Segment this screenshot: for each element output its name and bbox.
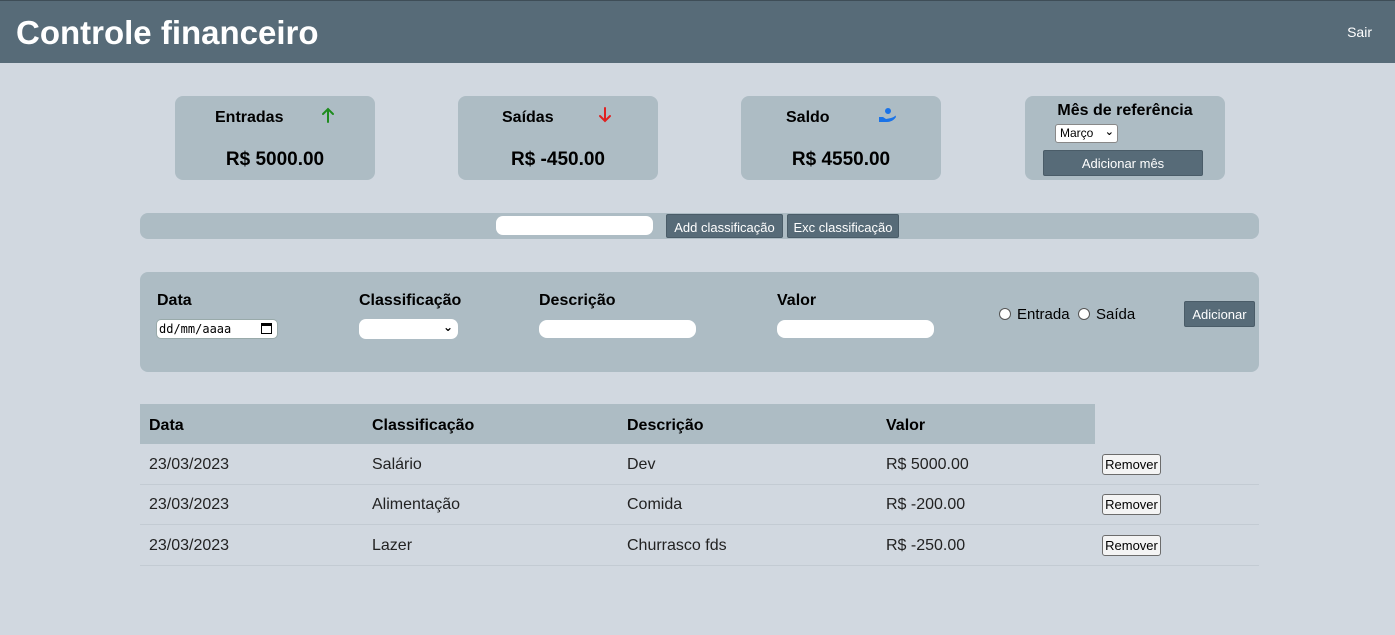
income-card: Entradas R$ 5000.00 — [175, 96, 375, 180]
add-month-button[interactable]: Adicionar mês — [1043, 150, 1203, 176]
arrow-down-icon — [599, 107, 611, 123]
cell-description: Churrasco fds — [627, 537, 727, 554]
column-header-description: Descrição — [627, 417, 704, 434]
cell-date: 23/03/2023 — [149, 537, 230, 554]
app-header: Controle financeiro Sair — [0, 0, 1395, 63]
expenses-card: Saídas R$ -450.00 — [458, 96, 658, 180]
radio-income[interactable] — [999, 308, 1011, 320]
balance-card: Saldo R$ 4550.00 — [741, 96, 941, 180]
value-label: Valor — [777, 292, 817, 309]
month-label: Mês de referência — [1057, 102, 1193, 119]
classification-label: Classificação — [359, 292, 462, 309]
balance-label: Saldo — [786, 109, 830, 126]
month-select[interactable]: Março ⌄ — [1055, 124, 1118, 143]
add-classification-button[interactable]: Add classificação — [666, 214, 783, 238]
income-label: Entradas — [215, 109, 284, 126]
month-selected-value: Março — [1060, 126, 1094, 140]
description-input[interactable] — [539, 320, 696, 338]
calendar-icon[interactable] — [261, 323, 272, 334]
expenses-value: R$ -450.00 — [510, 149, 605, 170]
chevron-down-icon: ⌄ — [442, 320, 453, 334]
column-header-date: Data — [149, 417, 184, 434]
cell-value: R$ -200.00 — [886, 496, 966, 513]
radio-income-label: Entrada — [1017, 306, 1070, 323]
date-label: Data — [157, 292, 192, 309]
balance-value: R$ 4550.00 — [791, 149, 891, 170]
column-header-value: Valor — [886, 417, 926, 434]
money-hand-icon — [879, 108, 896, 122]
row-divider — [140, 484, 1259, 485]
cell-date: 23/03/2023 — [149, 456, 230, 473]
description-label: Descrição — [539, 292, 616, 309]
remove-button[interactable]: Remover — [1102, 494, 1161, 515]
expenses-label: Saídas — [502, 109, 554, 126]
cell-classification: Salário — [372, 456, 422, 473]
cell-value: R$ 5000.00 — [886, 456, 969, 473]
row-divider — [140, 524, 1259, 525]
value-input[interactable] — [777, 320, 934, 338]
row-divider — [140, 565, 1259, 566]
cell-description: Comida — [627, 496, 683, 513]
chevron-down-icon: ⌄ — [1104, 126, 1114, 138]
date-input[interactable]: dd/mm/aaaa — [156, 319, 278, 339]
classification-select[interactable]: ⌄ — [359, 319, 458, 339]
logout-link[interactable]: Sair — [1347, 24, 1372, 40]
app-title: Controle financeiro — [16, 14, 319, 51]
entry-form — [140, 272, 1259, 372]
column-header-classification: Classificação — [372, 417, 475, 434]
radio-expense-label: Saída — [1096, 306, 1136, 323]
delete-classification-button[interactable]: Exc classificação — [787, 214, 899, 238]
classification-name-input[interactable] — [496, 216, 653, 235]
table-header — [140, 404, 1095, 444]
cell-value: R$ -250.00 — [886, 537, 966, 554]
month-card: Mês de referência Março ⌄ Adicionar mês — [1025, 96, 1225, 180]
cell-classification: Alimentação — [372, 496, 461, 513]
cell-date: 23/03/2023 — [149, 496, 230, 513]
remove-button[interactable]: Remover — [1102, 454, 1161, 475]
radio-expense[interactable] — [1078, 308, 1090, 320]
cell-classification: Lazer — [372, 537, 413, 554]
arrow-up-icon — [322, 107, 334, 123]
date-placeholder: dd/mm/aaaa — [159, 322, 232, 336]
add-entry-button[interactable]: Adicionar — [1184, 301, 1255, 327]
remove-button[interactable]: Remover — [1102, 535, 1161, 556]
income-value: R$ 5000.00 — [225, 149, 325, 170]
cell-description: Dev — [627, 456, 656, 473]
